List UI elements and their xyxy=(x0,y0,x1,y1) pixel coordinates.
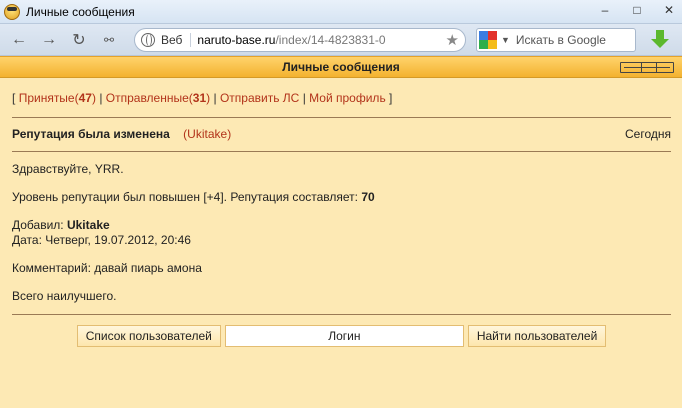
divider xyxy=(12,151,671,152)
resize-icon[interactable] xyxy=(620,62,674,73)
page-title: Личные сообщения xyxy=(282,60,400,74)
download-icon[interactable] xyxy=(650,29,670,51)
url-path: /index/14-4823831-0 xyxy=(275,32,386,47)
users-list-button[interactable]: Список пользователей xyxy=(76,325,221,347)
nav-link-my-profile[interactable]: Мой профиль xyxy=(309,91,386,105)
nav-link-received[interactable]: Принятые(47) xyxy=(19,91,96,105)
message-subject: Репутация была изменена xyxy=(12,127,170,141)
sent-count: 31 xyxy=(192,91,207,105)
window-title: Личные сообщения xyxy=(26,4,135,19)
messages-nav: [ Принятые(47) | Отправленные(31) | Отпр… xyxy=(12,91,671,105)
farewell: Всего наилучшего. xyxy=(12,289,117,303)
window-titlebar: Личные сообщения – □ ✕ xyxy=(0,0,682,24)
reputation-text: Уровень репутации был повышен [+4]. Репу… xyxy=(12,190,358,204)
back-arrow-icon: ← xyxy=(11,30,27,48)
forward-button[interactable]: → xyxy=(38,29,60,51)
page-header: Личные сообщения xyxy=(0,56,682,78)
back-button[interactable]: ← xyxy=(8,29,30,51)
nav-sent-label: Отправленные xyxy=(105,91,189,105)
url-scheme-label: Веб xyxy=(161,32,192,47)
nav-bracket-open: [ xyxy=(12,91,16,105)
find-users-button[interactable]: Найти пользователей xyxy=(467,325,607,347)
search-input[interactable]: Искать в Google xyxy=(516,33,606,47)
nav-separator: | xyxy=(213,91,217,105)
content-area: [ Принятые(47) | Отправленные(31) | Отпр… xyxy=(0,91,682,347)
message-body: Здравствуйте, YRR. Уровень репутации был… xyxy=(12,162,671,304)
message-author: Ukitake xyxy=(187,127,228,141)
reload-icon: ↻ xyxy=(72,31,86,49)
added-by-label: Добавил: xyxy=(12,218,64,232)
added-by-block: Добавил: Ukitake Дата: Четверг, 19.07.201… xyxy=(12,218,671,248)
nav-link-send-pm[interactable]: Отправить ЛС xyxy=(220,91,299,105)
nav-received-label: Принятые xyxy=(18,91,75,105)
nav-link-sent[interactable]: Отправленные(31) xyxy=(106,91,210,105)
bookmark-star-icon[interactable]: ★ xyxy=(446,31,459,49)
greeting: Здравствуйте, YRR. xyxy=(12,162,124,176)
key-icon: ⚯ xyxy=(103,32,115,47)
key-button[interactable]: ⚯ xyxy=(98,29,120,51)
received-count: 47 xyxy=(78,91,92,105)
message-author-link[interactable]: (Ukitake) xyxy=(183,127,231,141)
close-button[interactable]: ✕ xyxy=(662,3,676,17)
reputation-value: 70 xyxy=(361,190,375,204)
user-search-bar: Список пользователей Найти пользователей xyxy=(12,325,671,347)
forward-arrow-icon: → xyxy=(41,30,57,48)
globe-icon xyxy=(141,32,155,47)
url-host: naruto-base.ru xyxy=(197,32,276,47)
browser-toolbar: ← → ↻ ⚯ Веб naruto-base.ru/index/14-4823… xyxy=(0,24,682,56)
nav-separator: | xyxy=(302,91,306,105)
search-box[interactable]: ▼ Искать в Google xyxy=(476,27,636,52)
comment: Комментарий: давай пиарь амона xyxy=(12,261,202,275)
nav-separator: | xyxy=(99,91,103,105)
message-header: Репутация была изменена (Ukitake) Сегодн… xyxy=(12,127,671,141)
divider xyxy=(12,314,671,315)
added-by-user: Ukitake xyxy=(66,218,110,232)
message-date: Сегодня xyxy=(625,127,671,141)
app-icon xyxy=(4,3,20,20)
maximize-button[interactable]: □ xyxy=(630,3,644,17)
url-text[interactable]: naruto-base.ru/index/14-4823831-0 xyxy=(197,33,445,47)
chevron-down-icon[interactable]: ▼ xyxy=(501,35,510,45)
address-bar[interactable]: Веб naruto-base.ru/index/14-4823831-0 ★ xyxy=(134,27,466,52)
google-icon[interactable] xyxy=(479,30,497,49)
login-input[interactable] xyxy=(224,325,464,347)
nav-bracket-close: ] xyxy=(389,91,393,105)
divider xyxy=(12,117,671,118)
reputation-line: Уровень репутации был повышен [+4]. Репу… xyxy=(12,190,671,205)
reload-button[interactable]: ↻ xyxy=(68,29,90,51)
message-date-line: Дата: Четверг, 19.07.2012, 20:46 xyxy=(12,233,191,247)
window-controls: – □ ✕ xyxy=(598,3,676,17)
minimize-button[interactable]: – xyxy=(598,3,612,17)
